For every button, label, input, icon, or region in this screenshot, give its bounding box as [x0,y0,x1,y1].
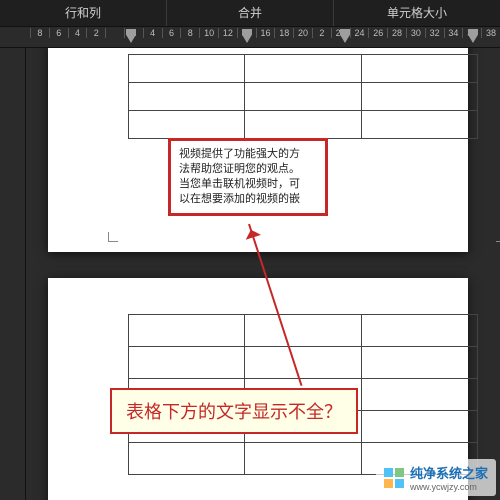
ruler-tick: 8 [30,28,49,38]
ruler-tick: 4 [143,28,162,38]
ribbon: 行和列 合并 单元格大小 [0,0,500,26]
ribbon-group-cellsize[interactable]: 单元格大小 [334,0,500,26]
ruler-tick: 20 [293,28,312,38]
cell-text[interactable]: 视频提供了功能强大的方 法帮助您证明您的观点。 当您单击联机视频时，可 以在想要… [171,141,325,207]
page-1[interactable]: 视频提供了功能强大的方 法帮助您证明您的观点。 当您单击联机视频时，可 以在想要… [48,48,468,252]
ruler-tick [105,28,124,38]
ruler-tick: 6 [162,28,181,38]
ruler-tick: 16 [256,28,275,38]
ruler-tick: 34 [444,28,463,38]
watermark: 纯净系统之家 www.ycwjzy.com [376,459,496,496]
table-row [129,83,478,111]
page-corner-icon [496,232,500,242]
cell-text-line: 以在想要添加的视频的嵌 [179,193,300,205]
vertical-ruler[interactable] [0,48,26,500]
ruler-tick: 2 [312,28,331,38]
ribbon-group-rowcol[interactable]: 行和列 [0,0,167,26]
table-row [129,55,478,83]
watermark-logo-icon [384,468,404,488]
document-canvas: 视频提供了功能强大的方 法帮助您证明您的观点。 当您单击联机视频时，可 以在想要… [0,48,500,500]
cell-text-line: 法帮助您证明您的观点。 [179,163,300,175]
ruler-tick: 2 [86,28,105,38]
page-corner-icon [108,232,118,242]
table-row [129,111,478,139]
watermark-brand: 纯净系统之家 [410,463,488,482]
horizontal-ruler[interactable]: 864224681012141618202222426283032343638 [0,26,500,48]
ruler-tick: 26 [368,28,387,38]
ruler-tick: 28 [387,28,406,38]
table-1[interactable] [128,54,478,139]
ruler-tick: 6 [49,28,68,38]
ruler-tick: 12 [218,28,237,38]
ruler-tick: 10 [199,28,218,38]
table-row [129,315,478,347]
ribbon-group-merge[interactable]: 合并 [167,0,334,26]
ruler-tick: 4 [68,28,87,38]
ruler-ticks: 864224681012141618202222426283032343638 [30,27,500,47]
ruler-tick: 32 [425,28,444,38]
ruler-tick: 38 [481,28,500,38]
annotation-callout: 表格下方的文字显示不全？ [110,388,358,434]
highlighted-cell: 视频提供了功能强大的方 法帮助您证明您的观点。 当您单击联机视频时，可 以在想要… [168,138,328,216]
ruler-tick: 24 [350,28,369,38]
cell-text-line: 当您单击联机视频时，可 [179,178,300,190]
ruler-tick: 30 [406,28,425,38]
table-row [129,347,478,379]
watermark-url: www.ycwjzy.com [410,482,488,492]
ruler-tick: 8 [180,28,199,38]
ruler-tick: 18 [274,28,293,38]
cell-text-line: 视频提供了功能强大的方 [179,148,300,160]
